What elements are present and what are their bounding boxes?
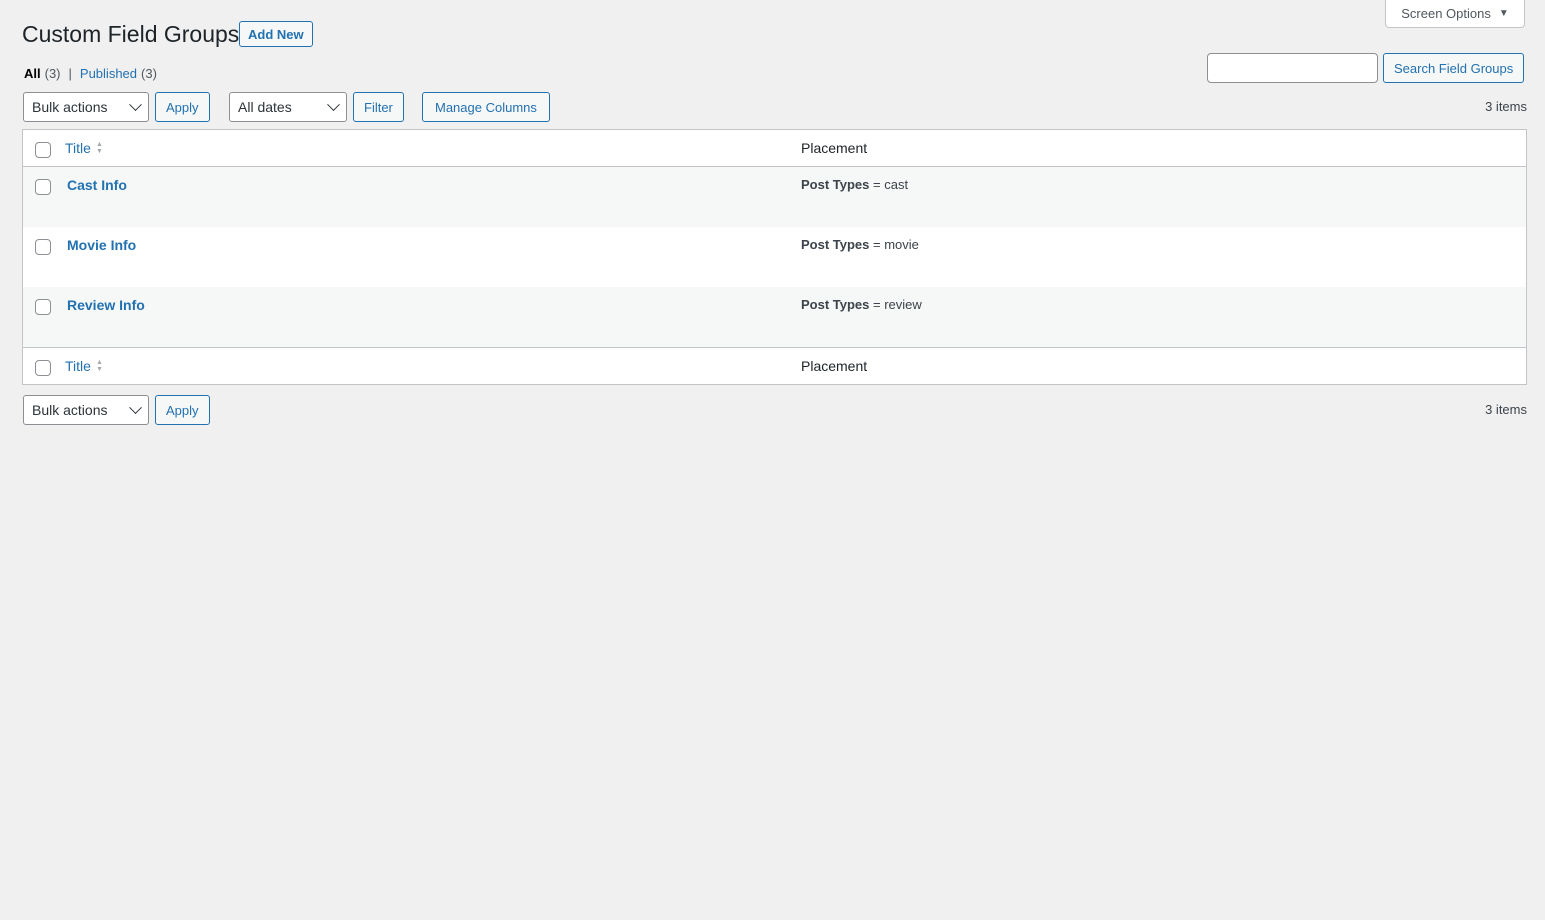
- screen-options-button[interactable]: Screen Options ▼: [1385, 0, 1525, 28]
- filter-button[interactable]: Filter: [353, 92, 404, 122]
- apply-button-bottom[interactable]: Apply: [155, 395, 210, 425]
- placement-value: cast: [884, 177, 909, 192]
- items-count-top: 3 items: [1485, 99, 1527, 114]
- row-placement: Post Types = review: [801, 297, 922, 312]
- apply-button-top[interactable]: Apply: [155, 92, 210, 122]
- chevron-down-icon: [129, 400, 142, 414]
- chevron-down-icon: [327, 97, 340, 111]
- page-title: Custom Field Groups: [22, 21, 240, 47]
- chevron-down-icon: [129, 97, 142, 111]
- title-column-sort[interactable]: Title ▲ ▼: [65, 140, 103, 156]
- dates-filter-select[interactable]: All dates: [229, 92, 347, 122]
- bulk-actions-label: Bulk actions: [32, 99, 108, 115]
- placement-column-footer: Placement: [801, 358, 868, 374]
- row-title-link[interactable]: Cast Info: [67, 177, 127, 193]
- table-row: Cast Info Post Types = cast: [23, 167, 1526, 227]
- placement-operator: =: [869, 297, 885, 312]
- title-column-label: Title: [65, 140, 91, 156]
- sort-icon: ▲ ▼: [95, 141, 103, 155]
- row-checkbox[interactable]: [35, 239, 51, 255]
- bulk-actions-select-top[interactable]: Bulk actions: [23, 92, 149, 122]
- view-all-link[interactable]: All: [24, 66, 41, 81]
- add-new-button[interactable]: Add New: [239, 21, 313, 47]
- placement-operator: =: [869, 177, 885, 192]
- search-field-groups-button[interactable]: Search Field Groups: [1383, 53, 1525, 83]
- view-all-count: (3): [44, 66, 61, 81]
- table-footer-row: Title ▲ ▼ Placement: [23, 347, 1526, 384]
- title-column-label: Title: [65, 358, 91, 374]
- bulk-actions-label: Bulk actions: [32, 402, 108, 418]
- dates-label: All dates: [238, 99, 292, 115]
- manage-columns-button[interactable]: Manage Columns: [422, 92, 550, 122]
- table-header-row: Title ▲ ▼ Placement: [23, 130, 1526, 167]
- select-all-checkbox[interactable]: [35, 142, 51, 158]
- table-row: Movie Info Post Types = movie: [23, 227, 1526, 287]
- placement-operator: =: [869, 237, 885, 252]
- row-title-link[interactable]: Review Info: [67, 297, 145, 313]
- field-groups-table: Title ▲ ▼ Placement Cast Info Post Types …: [22, 129, 1527, 385]
- search-input[interactable]: [1207, 53, 1378, 83]
- placement-value: movie: [884, 237, 919, 252]
- table-row: Review Info Post Types = review: [23, 287, 1526, 347]
- row-placement: Post Types = cast: [801, 177, 908, 192]
- placement-value: review: [884, 297, 922, 312]
- status-views: All (3) | Published (3): [24, 66, 157, 81]
- bulk-actions-select-bottom[interactable]: Bulk actions: [23, 395, 149, 425]
- row-placement: Post Types = movie: [801, 237, 919, 252]
- caret-down-icon: ▼: [1498, 7, 1509, 19]
- placement-column-header: Placement: [801, 140, 868, 156]
- view-separator: |: [68, 66, 72, 81]
- row-checkbox[interactable]: [35, 179, 51, 195]
- title-column-sort-footer[interactable]: Title ▲ ▼: [65, 358, 103, 374]
- placement-key: Post Types: [801, 237, 870, 252]
- row-checkbox[interactable]: [35, 299, 51, 315]
- row-title-link[interactable]: Movie Info: [67, 237, 136, 253]
- view-published-count: (3): [141, 66, 157, 81]
- items-count-bottom: 3 items: [1485, 402, 1527, 417]
- select-all-checkbox-footer[interactable]: [35, 360, 51, 376]
- view-published-link[interactable]: Published: [80, 66, 137, 81]
- placement-key: Post Types: [801, 297, 870, 312]
- placement-key: Post Types: [801, 177, 870, 192]
- sort-icon: ▲ ▼: [95, 359, 103, 373]
- screen-options-label: Screen Options: [1401, 5, 1491, 21]
